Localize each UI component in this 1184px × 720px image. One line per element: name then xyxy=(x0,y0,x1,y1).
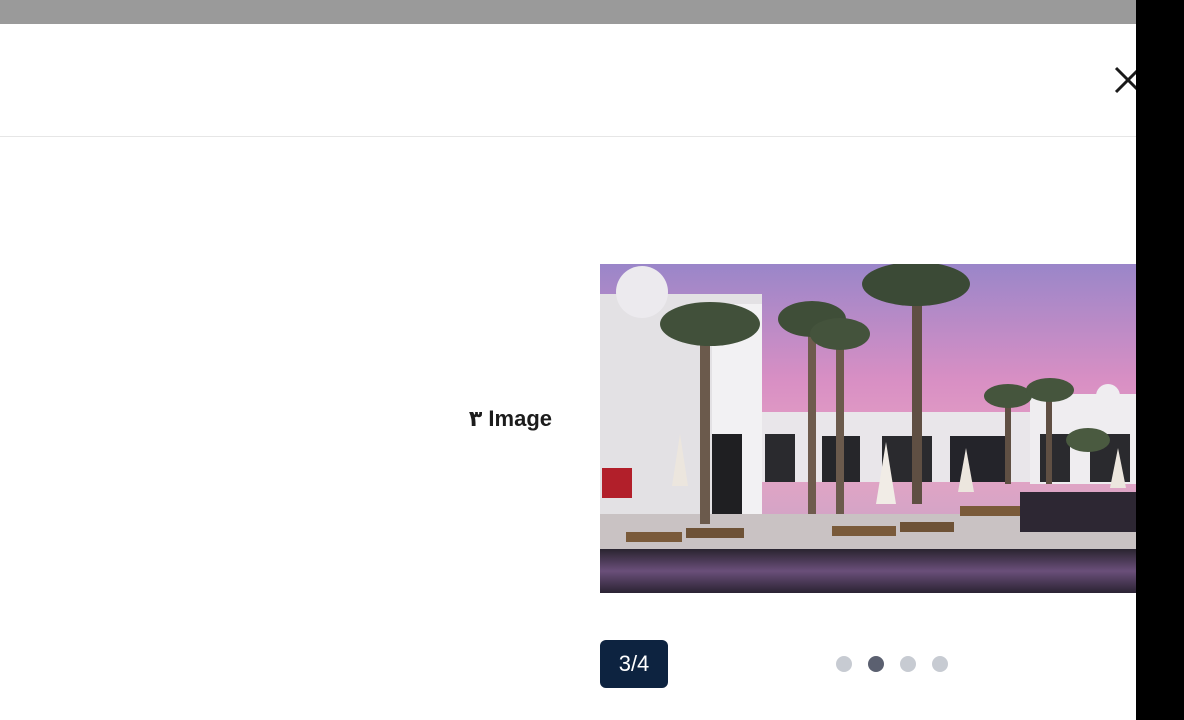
gallery-photo[interactable] xyxy=(600,264,1136,593)
pagination-dot[interactable] xyxy=(836,656,852,672)
backdrop-overlay xyxy=(0,0,1184,24)
pagination-dot[interactable] xyxy=(932,656,948,672)
pagination-dots xyxy=(836,656,948,672)
pagination-dot-active[interactable] xyxy=(868,656,884,672)
viewport-edge xyxy=(1136,0,1184,720)
image-caption: ٣ Image xyxy=(468,406,552,431)
pagination-dot[interactable] xyxy=(900,656,916,672)
slide-counter-badge: 3/4 xyxy=(600,640,668,688)
modal-header xyxy=(0,24,1184,137)
resort-photo-image xyxy=(600,264,1136,593)
